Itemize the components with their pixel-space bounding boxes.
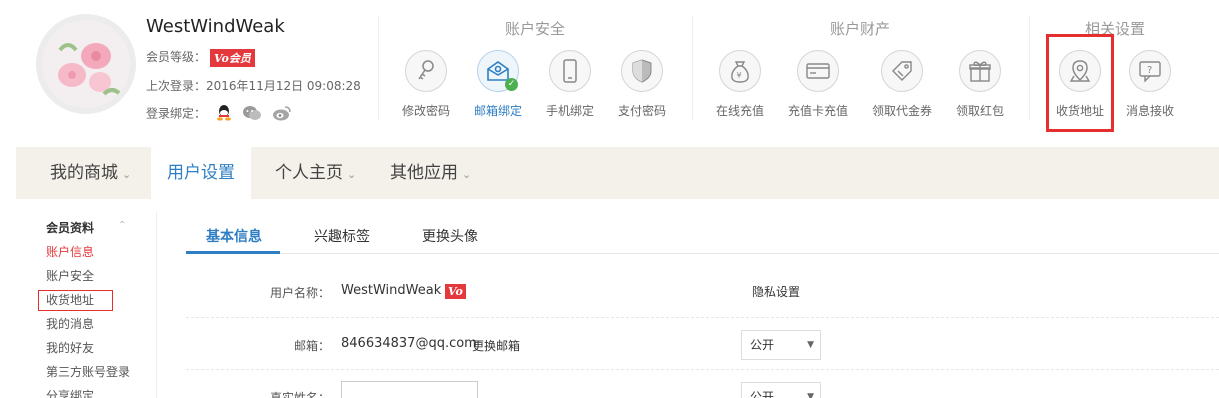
card-recharge-label: 充值卡充值 [787,104,848,118]
dropdown-arrow-icon: ▼ [807,340,814,350]
svg-text:?: ? [1147,65,1152,76]
vip-badge: Vo会员 [210,48,255,67]
wechat-icon[interactable] [242,105,262,124]
sidebar-divider [156,212,157,398]
phone-icon [549,50,591,92]
online-recharge-button[interactable]: ¥ 在线充值 [706,50,774,119]
change-email-link[interactable]: 更换邮箱 [472,337,520,354]
sidebar-item-my-messages[interactable]: 我的消息 [46,315,94,332]
sidebar-item-account-security[interactable]: 账户安全 [46,267,94,284]
nav-my-mall[interactable]: 我的商城 ⌄ [50,147,131,199]
header-divider [692,16,693,120]
card-recharge-button[interactable]: 充值卡充值 [784,50,852,119]
chevron-up-icon[interactable]: ⌃ [118,220,126,231]
realname-privacy-select[interactable]: 公开 ▼ [741,382,821,398]
group-title-assets: 账户财产 [829,20,890,38]
get-red-packet-label: 领取红包 [955,104,1004,118]
chevron-down-icon: ⌄ [122,168,132,181]
money-bag-icon: ¥ [719,50,761,92]
email-binding-label: 邮箱绑定 [473,104,522,118]
email-privacy-value: 公开 [750,338,775,352]
row-divider [186,317,1219,318]
username-label: 用户名称： [269,286,330,300]
avatar-image [42,20,130,108]
nav-my-mall-label: 我的商城 [50,163,118,183]
payment-password-label: 支付密码 [617,104,666,118]
last-login-time: 2016年11月12日 09:08:28 [206,79,361,93]
email-binding-button[interactable]: ✓ 邮箱绑定 [464,50,532,119]
chevron-down-icon: ⌄ [347,168,357,181]
weibo-icon[interactable] [272,105,292,124]
message-icon: ? [1129,50,1171,92]
active-tab-indicator [186,251,280,254]
get-coupon-label: 领取代金券 [871,104,932,118]
nav-user-settings-label: 用户设置 [167,163,235,183]
get-coupon-button[interactable]: 领取代金券 [868,50,936,119]
get-red-packet-button[interactable]: 领取红包 [946,50,1014,119]
last-login: 上次登录：2016年11月12日 09:08:28 [146,77,361,94]
gift-icon [959,50,1001,92]
tab-interest-tags[interactable]: 兴趣标签 [314,226,370,246]
tab-change-avatar[interactable]: 更换头像 [422,226,478,246]
sidebar-highlight-box [38,290,113,311]
phone-binding-label: 手机绑定 [545,104,594,118]
privacy-settings-header: 隐私设置 [752,285,801,299]
login-binding-label: 登录绑定： [146,106,207,121]
online-recharge-label: 在线充值 [715,104,764,118]
realname-privacy-value: 公开 [750,390,775,398]
sidebar-item-account-info[interactable]: 账户信息 [46,243,94,260]
nav-other-apps-label: 其他应用 [390,163,458,183]
avatar[interactable] [36,14,136,114]
nav-personal-home-label: 个人主页 [275,163,343,183]
change-password-button[interactable]: 修改密码 [392,50,460,119]
check-icon: ✓ [505,78,518,91]
username: WestWindWeak [146,16,285,37]
sidebar-item-third-party-login[interactable]: 第三方账号登录 [46,363,130,380]
login-binding: 登录绑定： [146,104,292,124]
member-level-label: 会员等级： [146,50,207,64]
nav-other-apps[interactable]: 其他应用 ⌄ [390,147,471,199]
sidebar-item-share-binding[interactable]: 分享绑定 [46,387,94,398]
phone-binding-button[interactable]: 手机绑定 [536,50,604,119]
message-receive-button[interactable]: ? 消息接收 [1116,50,1184,119]
change-password-label: 修改密码 [401,104,450,118]
last-login-label: 上次登录： [146,79,207,93]
vo-badge: Vo [445,284,466,299]
chevron-down-icon: ⌄ [462,168,472,181]
group-title-security: 账户安全 [504,20,565,38]
payment-password-button[interactable]: 支付密码 [608,50,676,119]
main-nav: 我的商城 ⌄ 用户设置 个人主页 ⌄ 其他应用 ⌄ [16,147,1219,199]
tab-basic-info[interactable]: 基本信息 [206,226,262,246]
sidebar-heading[interactable]: 会员资料 [46,219,94,236]
email-privacy-select[interactable]: 公开 ▼ [741,330,821,360]
shield-icon [621,50,663,92]
message-receive-label: 消息接收 [1125,104,1174,118]
key-icon [405,50,447,92]
realname-input[interactable] [341,381,478,398]
realname-label: 真实姓名： [269,391,330,398]
nav-personal-home[interactable]: 个人主页 ⌄ [275,147,356,199]
member-level: 会员等级： Vo会员 [146,48,255,67]
coupon-icon [881,50,923,92]
tab-divider [186,253,1219,254]
header-divider [378,16,379,120]
qq-icon[interactable] [216,104,232,124]
svg-text:¥: ¥ [737,71,742,80]
header-divider [1029,16,1030,120]
username-value: WestWindWeak [341,283,442,298]
email-value: 846634837@qq.com [341,336,477,351]
nav-user-settings[interactable]: 用户设置 [151,147,251,199]
highlight-box [1046,34,1114,132]
sidebar-item-my-friends[interactable]: 我的好友 [46,339,94,356]
dropdown-arrow-icon: ▼ [807,392,814,398]
email-icon: ✓ [477,50,519,92]
row-divider [186,369,1219,370]
card-icon [797,50,839,92]
email-label: 邮箱： [293,339,330,353]
